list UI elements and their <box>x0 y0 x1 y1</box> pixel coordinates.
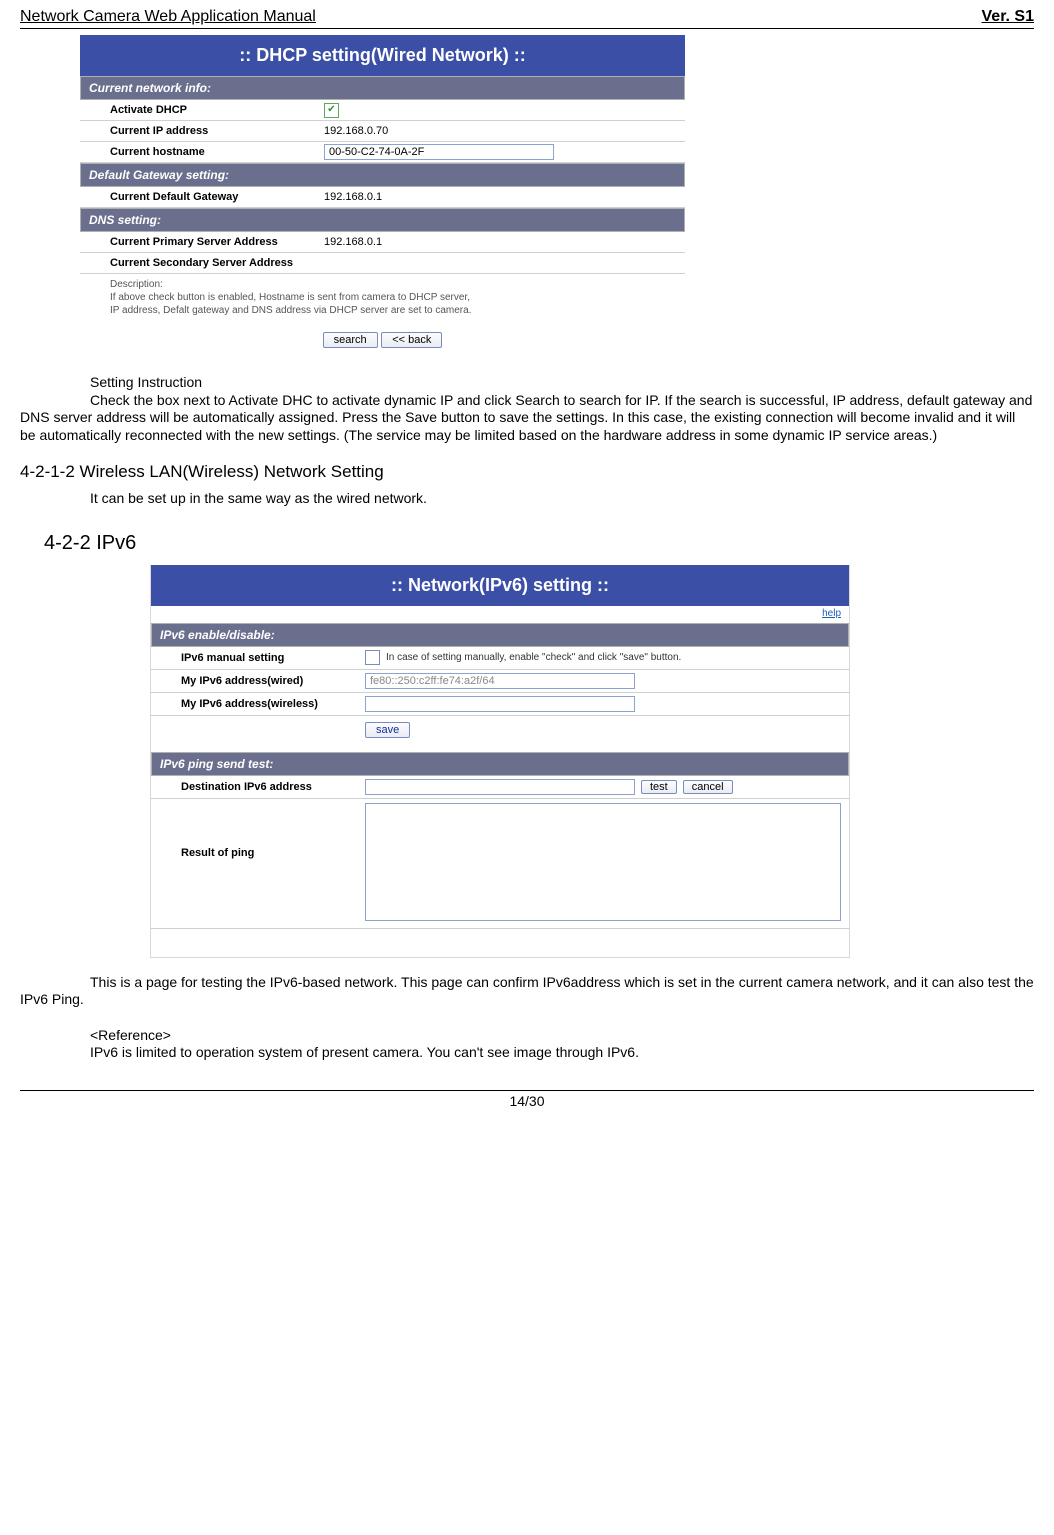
section-dns: DNS setting: <box>80 208 685 232</box>
desc-label: Description: <box>110 279 163 290</box>
dhcp-settings-panel: :: DHCP setting(Wired Network) :: Curren… <box>80 35 685 362</box>
label-ipv6-manual: IPv6 manual setting <box>151 647 361 669</box>
setting-instruction-heading: Setting Instruction <box>90 374 1034 392</box>
row-secondary-dns: Current Secondary Server Address <box>80 253 685 274</box>
label-ipv6-wireless: My IPv6 address(wireless) <box>151 693 361 715</box>
hint-ipv6-manual: In case of setting manually, enable "che… <box>386 652 681 663</box>
dhcp-description: Description: If above check button is en… <box>80 274 685 321</box>
value-primary-dns: 192.168.0.1 <box>320 232 685 252</box>
row-ipv6-wired: My IPv6 address(wired) <box>151 670 849 693</box>
label-ping-result: Result of ping <box>151 799 361 928</box>
row-ping-result: Result of ping <box>151 799 849 929</box>
section-default-gateway: Default Gateway setting: <box>80 163 685 187</box>
save-button[interactable]: save <box>365 722 410 738</box>
label-activate-dhcp: Activate DHCP <box>80 100 320 120</box>
label-current-ip: Current IP address <box>80 121 320 141</box>
doc-version: Ver. S1 <box>982 8 1035 26</box>
section-ipv6-ping: IPv6 ping send test: <box>151 752 849 776</box>
label-primary-dns: Current Primary Server Address <box>80 232 320 252</box>
section-ipv6-enable: IPv6 enable/disable: <box>151 623 849 647</box>
desc-line2: IP address, Defalt gateway and DNS addre… <box>110 305 471 316</box>
label-current-hostname: Current hostname <box>80 142 320 162</box>
input-current-hostname[interactable] <box>324 144 554 160</box>
back-button[interactable]: << back <box>381 332 442 348</box>
value-current-ip: 192.168.0.70 <box>320 121 685 141</box>
test-button[interactable]: test <box>641 780 677 794</box>
label-secondary-dns: Current Secondary Server Address <box>80 253 320 273</box>
value-secondary-dns <box>320 253 685 273</box>
reference-label: <Reference> <box>90 1027 1034 1045</box>
ipv6-panel-title: :: Network(IPv6) setting :: <box>151 565 849 606</box>
section-current-network: Current network info: <box>80 76 685 100</box>
label-default-gateway: Current Default Gateway <box>80 187 320 207</box>
heading-4-2-2: 4-2-2 IPv6 <box>44 532 1034 555</box>
reference-text: IPv6 is limited to operation system of p… <box>90 1044 1034 1062</box>
search-button[interactable]: search <box>323 332 378 348</box>
row-ipv6-manual: IPv6 manual setting In case of setting m… <box>151 647 849 670</box>
label-ipv6-wired: My IPv6 address(wired) <box>151 670 361 692</box>
cancel-button[interactable]: cancel <box>683 780 733 794</box>
desc-line1: If above check button is enabled, Hostna… <box>110 292 470 303</box>
page-footer: 14/30 <box>20 1090 1034 1109</box>
ipv6-description: This is a page for testing the IPv6-base… <box>20 974 1034 1009</box>
row-ipv6-save: save <box>151 716 849 752</box>
row-primary-dns: Current Primary Server Address 192.168.0… <box>80 232 685 253</box>
row-ipv6-wireless: My IPv6 address(wireless) <box>151 693 849 716</box>
help-row: help <box>151 606 849 623</box>
dhcp-panel-title: :: DHCP setting(Wired Network) :: <box>80 35 685 76</box>
input-ipv6-wired[interactable] <box>365 673 635 689</box>
checkbox-activate-dhcp[interactable] <box>324 103 339 118</box>
label-dest-ipv6: Destination IPv6 address <box>151 776 361 798</box>
row-dest-ipv6: Destination IPv6 address test cancel <box>151 776 849 799</box>
row-current-ip: Current IP address 192.168.0.70 <box>80 121 685 142</box>
heading-4-2-1-2: 4-2-1-2 Wireless LAN(Wireless) Network S… <box>20 462 1034 482</box>
setting-instruction-text: Check the box next to Activate DHC to ac… <box>20 392 1034 445</box>
row-activate-dhcp: Activate DHCP <box>80 100 685 121</box>
row-current-hostname: Current hostname <box>80 142 685 163</box>
help-link[interactable]: help <box>822 608 841 619</box>
page-header: Network Camera Web Application Manual Ve… <box>20 8 1034 29</box>
input-dest-ipv6[interactable] <box>365 779 635 795</box>
ipv6-settings-panel: :: Network(IPv6) setting :: help IPv6 en… <box>150 565 850 958</box>
dhcp-button-row: search << back <box>80 321 685 362</box>
wireless-note: It can be set up in the same way as the … <box>90 490 1034 508</box>
doc-title: Network Camera Web Application Manual <box>20 8 316 26</box>
input-ipv6-wireless[interactable] <box>365 696 635 712</box>
row-default-gateway: Current Default Gateway 192.168.0.1 <box>80 187 685 208</box>
value-default-gateway: 192.168.0.1 <box>320 187 685 207</box>
checkbox-ipv6-manual[interactable] <box>365 650 380 665</box>
setting-instruction-block: Setting Instruction Check the box next t… <box>20 374 1034 444</box>
textarea-ping-result[interactable] <box>365 803 841 921</box>
